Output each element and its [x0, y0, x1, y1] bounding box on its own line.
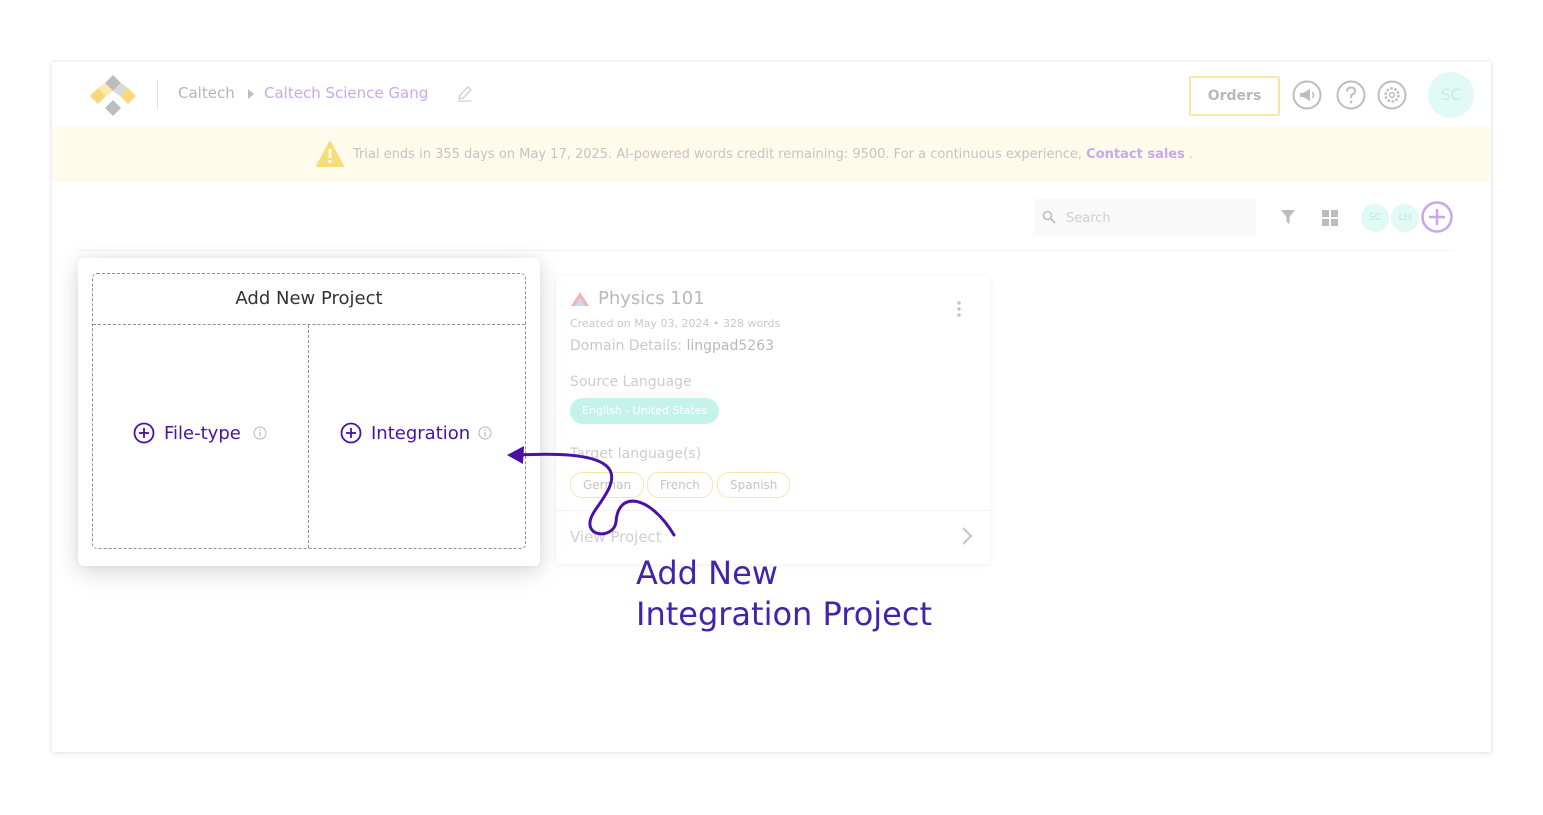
file-type-option[interactable]: File-type — [133, 422, 283, 446]
project-title[interactable]: Physics 101 — [598, 288, 705, 309]
integration-label[interactable]: Integration — [371, 423, 470, 444]
chevron-right-icon[interactable] — [960, 526, 974, 546]
target-language-chip: Spanish — [717, 472, 791, 498]
plus-circle-icon — [133, 422, 155, 444]
contact-sales-link[interactable]: Contact sales — [1086, 147, 1185, 162]
filter-icon[interactable] — [1280, 209, 1296, 225]
pencil-icon[interactable] — [456, 84, 474, 102]
trial-banner: Trial ends in 355 days on May 17, 2025. … — [52, 127, 1491, 182]
grid-view-icon[interactable] — [1322, 210, 1338, 226]
help-icon[interactable] — [1336, 80, 1366, 110]
file-type-label[interactable]: File-type — [164, 423, 241, 444]
callout-label: Add New Integration Project — [636, 554, 932, 633]
member-avatar[interactable]: LH — [1390, 203, 1420, 233]
settings-gear-icon[interactable] — [1377, 80, 1407, 110]
breadcrumb-org[interactable]: Caltech — [178, 84, 235, 102]
more-options-icon[interactable] — [956, 300, 962, 318]
member-avatar[interactable]: SC — [1360, 203, 1390, 233]
info-icon[interactable] — [253, 426, 267, 440]
megaphone-icon[interactable] — [1292, 80, 1322, 110]
toolbar-divider — [78, 250, 1453, 251]
project-meta: Created on May 03, 2024 • 328 words — [570, 317, 781, 330]
app-logo-icon[interactable] — [90, 72, 136, 118]
top-bar: Caltech Caltech Science Gang Orders SC — [52, 62, 1491, 127]
search-input[interactable] — [1064, 207, 1248, 229]
popup-divider — [308, 325, 309, 548]
warning-icon — [316, 141, 344, 167]
breadcrumb-team[interactable]: Caltech Science Gang — [264, 84, 428, 102]
orders-button[interactable]: Orders — [1189, 76, 1280, 116]
search-icon — [1042, 210, 1056, 224]
trial-message: Trial ends in 355 days on May 17, 2025. … — [353, 147, 1194, 162]
info-icon[interactable] — [478, 426, 492, 440]
user-avatar[interactable]: SC — [1428, 72, 1474, 118]
search-box[interactable] — [1034, 199, 1256, 235]
project-logo-icon — [571, 292, 589, 306]
add-member-plus-icon[interactable] — [1421, 201, 1453, 233]
callout-arrow-icon — [507, 446, 676, 537]
breadcrumb-chevron-icon — [248, 89, 254, 99]
project-domain: Domain Details: lingpad5263 — [570, 338, 775, 354]
source-language-label: Source Language — [570, 374, 692, 390]
source-language-chip: English - United States — [570, 398, 720, 424]
plus-circle-icon — [340, 422, 362, 444]
integration-option[interactable]: Integration — [340, 422, 510, 446]
popup-title: Add New Project — [93, 274, 525, 325]
add-project-popup: Add New Project File-type Integration — [78, 258, 540, 566]
popup-options-box: Add New Project File-type Integration — [92, 273, 526, 549]
header-divider — [157, 80, 158, 110]
